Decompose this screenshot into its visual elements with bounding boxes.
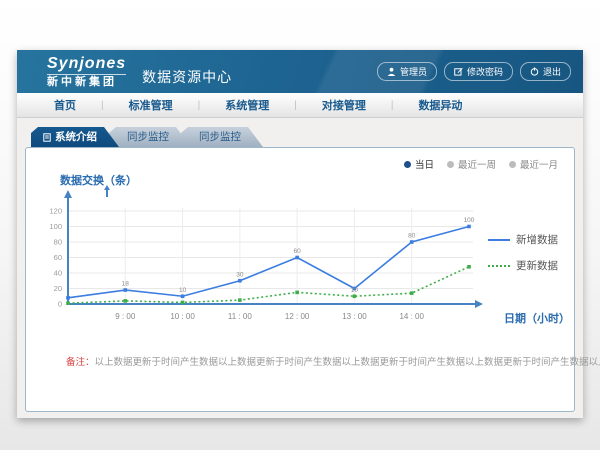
time-filter-label: 最近一周	[458, 157, 496, 171]
svg-text:18: 18	[122, 281, 130, 288]
svg-text:10: 10	[179, 287, 187, 294]
svg-text:13 : 00: 13 : 00	[342, 312, 367, 321]
navbar: 首页|标准管理|系统管理|对接管理|数据异动	[17, 93, 583, 118]
radio-dot-icon	[404, 161, 411, 168]
x-axis-title: 日期（小时）	[504, 310, 570, 326]
series-legend: 新增数据更新数据	[488, 232, 558, 273]
time-filter-0[interactable]: 当日	[404, 157, 434, 171]
change-password-label: 修改密码	[467, 65, 503, 78]
app-window: Synjones 新中新集团 数据资源中心 管理员 修改密码	[17, 50, 583, 418]
logo-name: Synjones	[47, 56, 126, 75]
svg-text:10: 10	[351, 287, 359, 294]
svg-text:12 : 00: 12 : 00	[285, 312, 310, 321]
footnote-text: 以上数据更新于时间产生数据以上数据更新于时间产生数据以上数据更新于时间产生数据以…	[95, 357, 600, 368]
svg-text:0: 0	[58, 300, 62, 309]
time-filter-label: 最近一月	[520, 157, 558, 171]
logo-subtitle: 新中新集团	[47, 77, 126, 88]
company-logo: Synjones 新中新集团	[47, 56, 126, 88]
nav-item-3[interactable]: 对接管理	[297, 97, 391, 113]
svg-text:80: 80	[54, 238, 62, 247]
svg-text:100: 100	[464, 217, 475, 224]
user-icon	[387, 67, 396, 76]
nav-item-4[interactable]: 数据异动	[393, 97, 487, 113]
tab-label: 系统介绍	[55, 127, 97, 147]
header: Synjones 新中新集团 数据资源中心 管理员 修改密码	[17, 50, 583, 93]
svg-text:60: 60	[54, 253, 62, 262]
tab-2[interactable]: 同步监控	[181, 127, 263, 147]
user-menu: 管理员 修改密码 退出	[377, 62, 571, 81]
svg-text:9 : 00: 9 : 00	[115, 312, 136, 321]
svg-text:20: 20	[54, 284, 62, 293]
time-range-filters: 当日 最近一周 最近一月	[404, 157, 558, 171]
legend-item-0[interactable]: 新增数据	[488, 232, 558, 247]
tab-bar: 系统介绍 同步监控 同步监控	[31, 127, 575, 147]
tab-label: 同步监控	[199, 127, 241, 147]
footnote-separator: ：	[85, 357, 95, 368]
document-icon	[43, 133, 51, 142]
nav-item-1[interactable]: 标准管理	[104, 97, 198, 113]
svg-text:14 : 00: 14 : 00	[399, 312, 424, 321]
svg-text:120: 120	[49, 207, 62, 216]
legend-line-sample	[488, 265, 510, 267]
svg-text:11 : 00: 11 : 00	[228, 312, 252, 321]
footnote: 备注：以上数据更新于时间产生数据以上数据更新于时间产生数据以上数据更新于时间产生…	[66, 354, 600, 368]
admin-label: 管理员	[400, 65, 427, 78]
svg-text:40: 40	[54, 269, 62, 278]
time-filter-2[interactable]: 最近一月	[509, 157, 558, 171]
tab-1[interactable]: 同步监控	[109, 127, 191, 147]
content-area: 系统介绍 同步监控 同步监控 当日 最近一周 最近一月 数据交换（条） 0 20 40 60 8…	[17, 118, 583, 412]
legend-item-1[interactable]: 更新数据	[488, 258, 558, 273]
nav-item-0[interactable]: 首页	[29, 97, 101, 113]
edit-icon	[454, 67, 463, 76]
tab-0[interactable]: 系统介绍	[31, 127, 119, 147]
svg-text:30: 30	[236, 271, 244, 278]
tab-label: 同步监控	[127, 127, 169, 147]
admin-button[interactable]: 管理员	[377, 62, 437, 81]
radio-dot-icon	[509, 161, 516, 168]
change-password-button[interactable]: 修改密码	[444, 62, 513, 81]
radio-dot-icon	[447, 161, 454, 168]
time-filter-label: 当日	[415, 157, 434, 171]
footnote-prefix: 备注	[66, 357, 85, 368]
time-filter-1[interactable]: 最近一周	[447, 157, 496, 171]
nav-item-2[interactable]: 系统管理	[200, 97, 294, 113]
legend-line-sample	[488, 239, 510, 241]
svg-text:100: 100	[49, 222, 62, 231]
power-icon	[530, 67, 539, 76]
logout-label: 退出	[543, 65, 561, 78]
legend-label: 更新数据	[516, 258, 558, 273]
svg-text:80: 80	[408, 233, 416, 240]
chart-panel: 当日 最近一周 最近一月 数据交换（条） 0 20 40 60 80 100 120 9 : 00…	[25, 147, 575, 412]
svg-text:60: 60	[294, 248, 302, 255]
logout-button[interactable]: 退出	[520, 62, 571, 81]
line-chart: 0 20 40 60 80 100 120 9 : 00 10 : 00 11 : 00 12 : …	[40, 188, 500, 328]
page-title: 数据资源中心	[142, 67, 232, 87]
y-axis-title: 数据交换（条）	[60, 172, 137, 188]
legend-label: 新增数据	[516, 232, 558, 247]
svg-text:10 : 00: 10 : 00	[170, 312, 195, 321]
